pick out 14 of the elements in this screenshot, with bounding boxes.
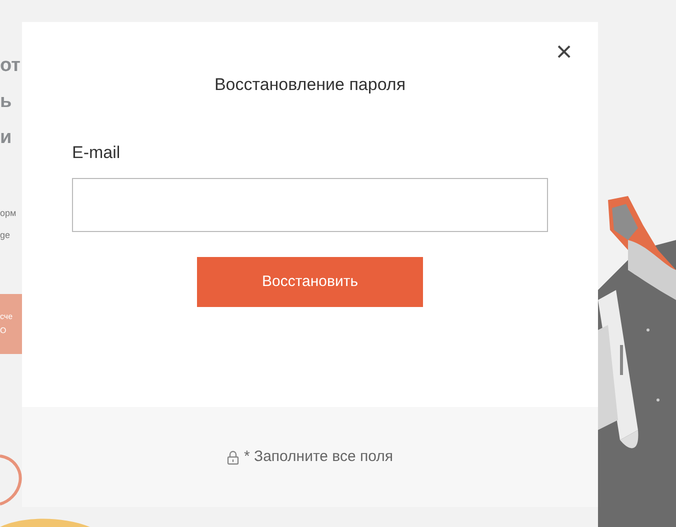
heading-fragment: от — [0, 54, 22, 78]
heading-fragment: ь — [0, 90, 13, 114]
text-fragment: орм — [0, 207, 18, 220]
email-field[interactable] — [72, 178, 548, 232]
footer-note: * Заполните все поля — [244, 446, 393, 467]
ellipse-outline-drawing — [0, 452, 22, 508]
heading-fragment: и — [0, 126, 13, 150]
text-fragment: ge — [0, 229, 12, 242]
restore-button[interactable]: Восстановить — [197, 257, 423, 307]
modal-title: Восстановление пароля — [214, 74, 406, 96]
field-label: E-mail — [72, 142, 122, 164]
cta-fragment[interactable]: сче О — [0, 294, 22, 354]
close-button[interactable]: × — [550, 38, 578, 66]
lock-icon — [227, 450, 239, 464]
